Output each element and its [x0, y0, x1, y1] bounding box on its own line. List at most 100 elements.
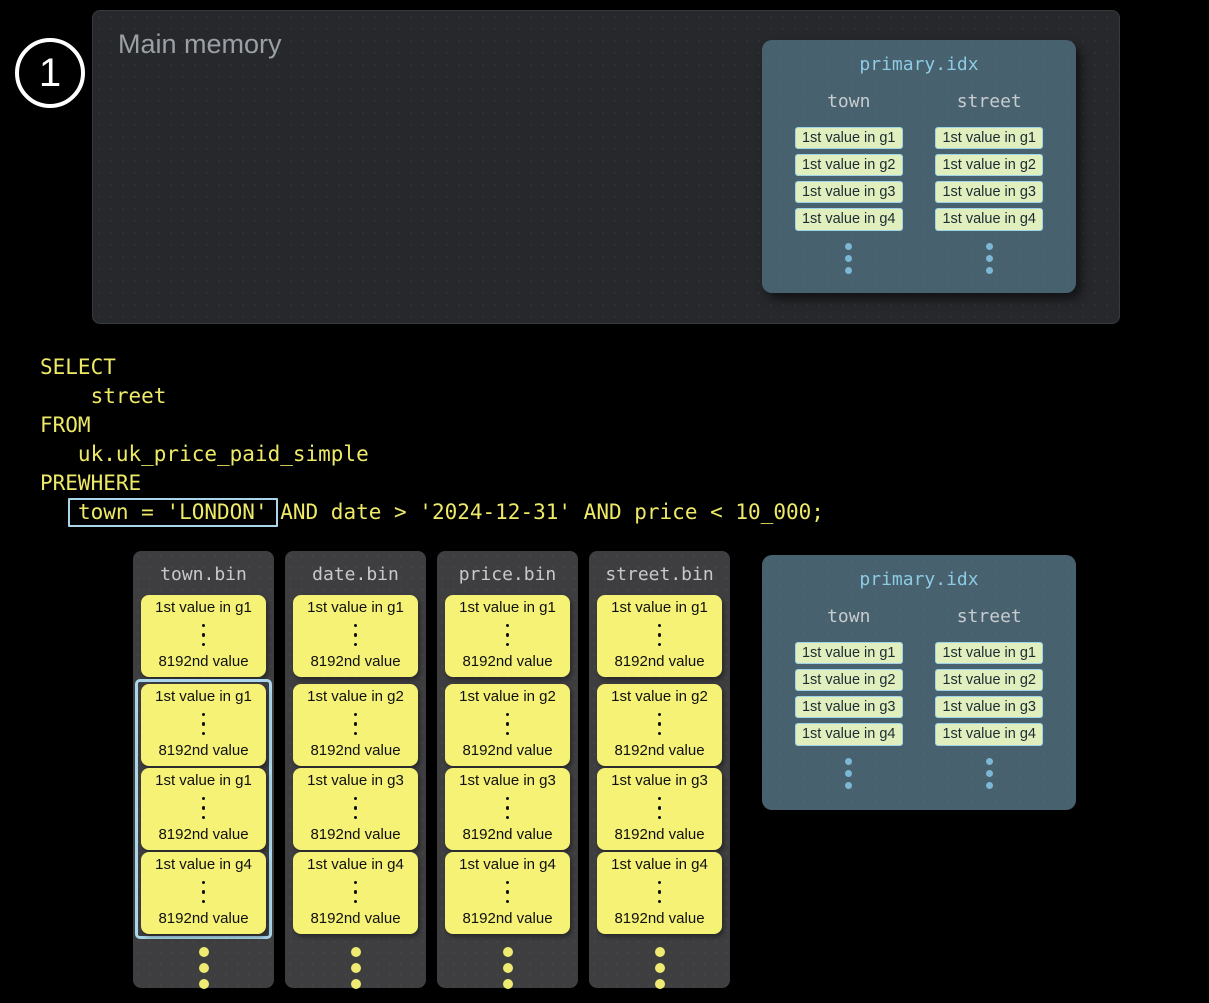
granule-block: 1st value in g48192nd value [141, 852, 266, 934]
dot [351, 947, 361, 957]
granule-block-list: 1st value in g18192nd value1st value in … [141, 595, 266, 939]
selected-granules-highlight: 1st value in g1 8192nd value 1st value in … [135, 679, 272, 939]
granule-first-value: 1st value in g4 [155, 856, 252, 874]
dot [506, 732, 510, 736]
column-header: town [827, 91, 870, 112]
dot [354, 890, 358, 894]
sql-line: PREWHERE [40, 469, 824, 498]
granule-last-value: 8192nd value [158, 653, 248, 671]
column-header: street [957, 606, 1022, 627]
dot [354, 633, 358, 637]
granule-block-list: 1st value in g18192nd value1st value in … [597, 595, 722, 939]
dot [506, 624, 510, 628]
bin-file-card-street-bin: street.bin1st value in g18192nd value1st… [589, 551, 730, 988]
ellipsis-dots-icon [506, 706, 510, 742]
dot [202, 900, 206, 904]
bin-file-card-date-bin: date.bin1st value in g18192nd value1st v… [285, 551, 426, 988]
granule-last-value: 8192nd value [462, 653, 552, 671]
dot [354, 797, 358, 801]
ellipsis-dots-icon [655, 947, 665, 989]
granule-group: 1st value in g28192nd value1st value in … [287, 679, 424, 939]
main-memory-title: Main memory [118, 29, 282, 60]
index-entry: 1st value in g3 [935, 696, 1043, 718]
granule-last-value: 8192nd value [614, 826, 704, 844]
dot [506, 806, 510, 810]
index-entry: 1st value in g2 [935, 154, 1043, 176]
step-number: 1 [39, 53, 61, 93]
dot [658, 900, 662, 904]
index-entry-list: 1st value in g11st value in g21st value … [795, 642, 903, 746]
dot [986, 267, 993, 274]
granule-group: 1st value in g28192nd value 1st value in … [591, 679, 728, 939]
granule-first-value: 1st value in g3 [611, 772, 708, 790]
ellipsis-dots-icon [354, 706, 358, 742]
dot [506, 722, 510, 726]
sql-query: SELECT street FROM uk.uk_price_paid_simpl… [40, 353, 824, 527]
granule-block-list: 1st value in g18192nd value1st value in … [445, 595, 570, 939]
granule-block: 1st value in g1 8192nd value [597, 595, 722, 677]
column-header: street [957, 91, 1022, 112]
ellipsis-dots-icon [658, 874, 662, 910]
granule-block: 1st value in g28192nd value [597, 684, 722, 766]
dot [354, 900, 358, 904]
dot [658, 624, 662, 628]
index-entry-list: 1st value in g11st value in g21st value … [795, 127, 903, 231]
ellipsis-dots-icon [986, 243, 993, 274]
dot [986, 255, 993, 262]
dot [503, 979, 513, 989]
ellipsis-dots-icon [658, 790, 662, 826]
index-entry: 1st value in g4 [935, 723, 1043, 745]
dot [351, 979, 361, 989]
granule-first-value: 1st value in g1 [307, 599, 404, 617]
dot [986, 243, 993, 250]
ellipsis-dots-icon [354, 874, 358, 910]
dot [202, 633, 206, 637]
granule-last-value: 8192nd value [614, 653, 704, 671]
index-entry: 1st value in g2 [935, 669, 1043, 691]
granule-block: 1st value in g18192nd value [293, 595, 418, 677]
dot [202, 643, 206, 647]
primary-idx-columns: town 1st value in g11st value in g21st va… [762, 91, 1076, 274]
dot [506, 797, 510, 801]
bin-file-card-price-bin: price.bin1st value in g18192nd value1st … [437, 551, 578, 988]
dot [845, 243, 852, 250]
dot [354, 713, 358, 717]
ellipsis-dots-icon [986, 758, 993, 789]
dot [655, 963, 665, 973]
granule-first-value: 1st value in g1 [155, 599, 252, 617]
dot [202, 797, 206, 801]
dot [354, 624, 358, 628]
ellipsis-dots-icon [199, 947, 209, 989]
sql-text: uk.uk_price_paid_simple [40, 442, 369, 466]
ellipsis-dots-icon [845, 758, 852, 789]
sql-line: SELECT [40, 353, 824, 382]
granule-first-value: 1st value in g1 [611, 599, 708, 617]
sql-text: FROM [40, 413, 91, 437]
sql-text: street [40, 384, 166, 408]
sql-line: street [40, 382, 824, 411]
granule-first-value: 1st value in g1 [155, 772, 252, 790]
dot [658, 881, 662, 885]
dot [354, 881, 358, 885]
sql-text: PREWHERE [40, 471, 141, 495]
dot [354, 732, 358, 736]
dot [506, 890, 510, 894]
dot [354, 643, 358, 647]
granule-block: 1st value in g1 8192nd value [141, 595, 266, 677]
index-entry-list: 1st value in g11st value in g21st value … [935, 127, 1043, 231]
sql-text: AND date > '2024-12-31' AND price < 10_0… [268, 500, 824, 524]
dot [202, 732, 206, 736]
index-entry-list: 1st value in g11st value in g21st value … [935, 642, 1043, 746]
sql-line: town = 'LONDON' AND date > '2024-12-31' … [40, 498, 824, 527]
dot [202, 816, 206, 820]
granule-block: 1st value in g48192nd value [293, 852, 418, 934]
dot [658, 643, 662, 647]
ellipsis-dots-icon [506, 874, 510, 910]
index-entry: 1st value in g1 [795, 642, 903, 664]
granule-first-value: 1st value in g2 [307, 688, 404, 706]
dot [199, 963, 209, 973]
ellipsis-dots-icon [202, 874, 206, 910]
granule-block: 1st value in g38192nd value [445, 768, 570, 850]
ellipsis-dots-icon [354, 790, 358, 826]
granule-last-value: 8192nd value [158, 742, 248, 760]
